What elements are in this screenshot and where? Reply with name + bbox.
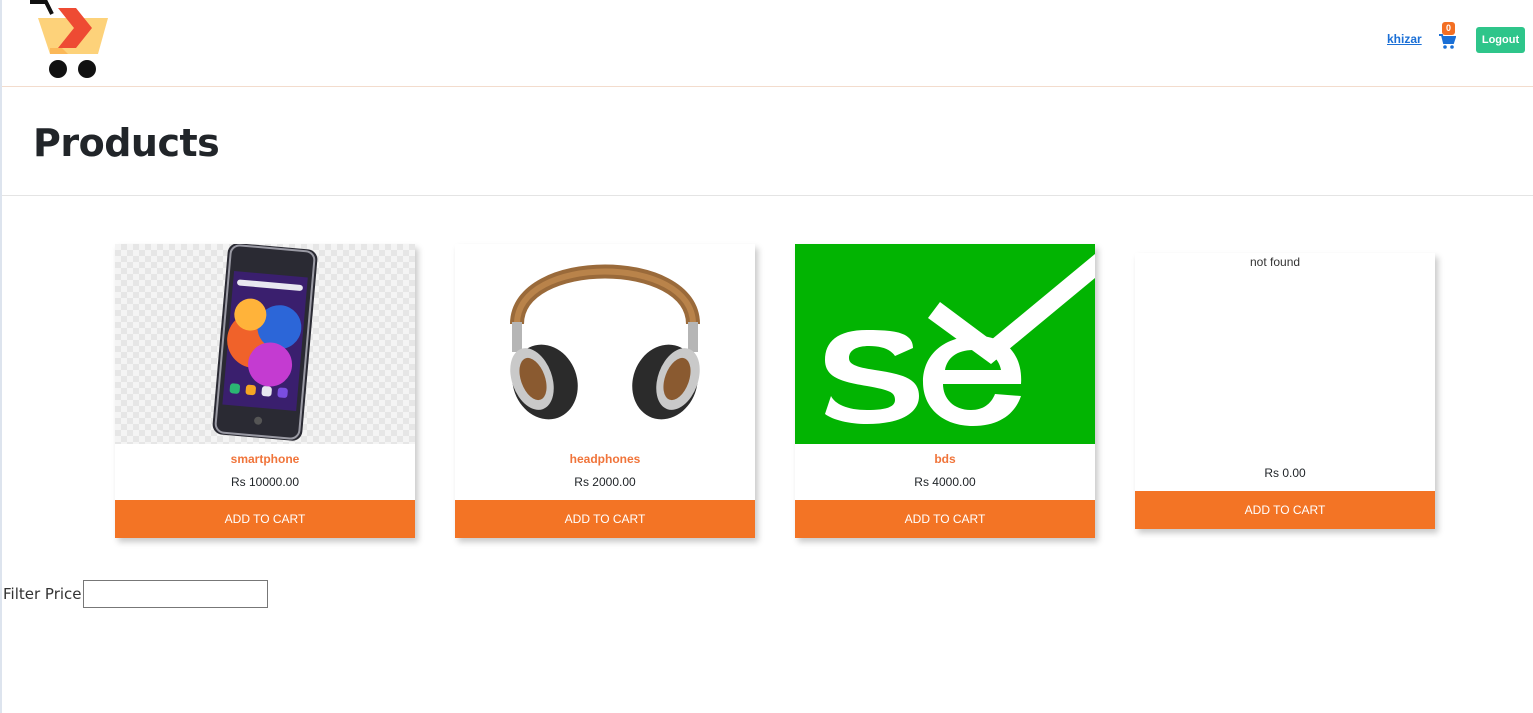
add-to-cart-button[interactable]: ADD TO CART xyxy=(1135,491,1435,529)
product-price: Rs 4000.00 xyxy=(914,475,976,489)
product-image-broken[interactable]: not found xyxy=(1135,253,1435,453)
product-image-headphones[interactable] xyxy=(455,244,755,444)
product-card-unnamed: not found Rs 0.00 ADD TO CART xyxy=(1135,253,1435,529)
product-card-bds: bds Rs 4000.00 ADD TO CART xyxy=(795,244,1095,538)
add-to-cart-button[interactable]: ADD TO CART xyxy=(455,500,755,538)
filter-price-label: Filter Price : xyxy=(3,585,92,603)
add-to-cart-button[interactable]: ADD TO CART xyxy=(795,500,1095,538)
product-price: Rs 0.00 xyxy=(1264,466,1306,480)
product-name[interactable]: smartphone xyxy=(115,452,415,466)
cart-button[interactable]: 0 xyxy=(1438,22,1458,50)
broken-image-alt-text: not found xyxy=(1250,255,1301,269)
product-card-headphones: headphones Rs 2000.00 ADD TO CART xyxy=(455,244,755,538)
product-image-bds[interactable] xyxy=(795,244,1095,444)
product-price: Rs 10000.00 xyxy=(230,475,300,489)
filter-price-input[interactable] xyxy=(83,580,268,608)
cart-icon xyxy=(1439,34,1456,49)
product-name[interactable]: headphones xyxy=(455,452,755,466)
shopping-cart-logo-icon[interactable] xyxy=(28,0,110,82)
headphones-image-icon xyxy=(510,264,700,420)
smartphone-image-icon xyxy=(212,244,318,441)
product-image-smartphone[interactable] xyxy=(115,244,415,444)
page-title: Products xyxy=(33,121,220,165)
logout-button[interactable]: Logout xyxy=(1476,27,1525,53)
page-title-section: Products xyxy=(2,88,1533,196)
top-navbar: khizar 0 Logout xyxy=(2,0,1533,87)
add-to-cart-button[interactable]: ADD TO CART xyxy=(115,500,415,538)
user-profile-link[interactable]: khizar xyxy=(1387,32,1422,46)
product-card-smartphone: smartphone Rs 10000.00 ADD TO CART xyxy=(115,244,415,538)
product-price: Rs 2000.00 xyxy=(574,475,636,489)
product-name[interactable]: bds xyxy=(795,452,1095,466)
selenium-logo-icon xyxy=(825,254,1095,426)
